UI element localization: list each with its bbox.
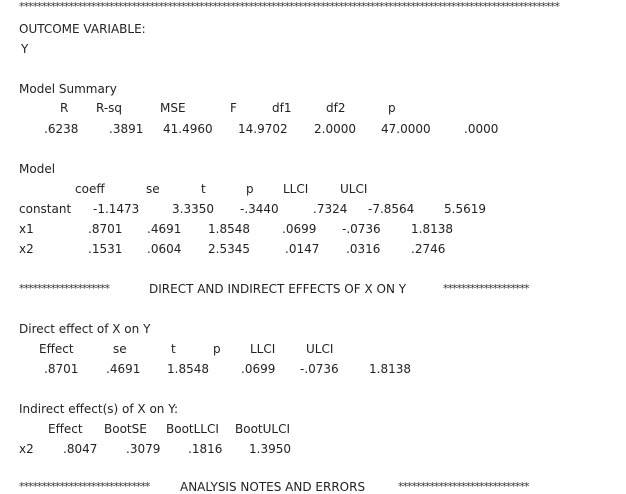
row-name-constant: constant [19,202,72,216]
top-separator: ****************************************… [19,0,560,13]
cell-bootulci: 1.3950 [249,442,291,456]
cell-se: .0604 [147,242,182,256]
cell-llci: .0316 [346,242,381,256]
header-bootllci: BootLLCI [166,422,219,436]
header-se: se [113,342,127,356]
model-summary-title: Model Summary [19,82,117,96]
header-p: p [246,182,254,196]
header-rsq: R-sq [96,101,123,115]
cell-ulci: 5.5619 [444,202,486,216]
value-t: 1.8548 [167,362,209,376]
header-se: se [146,182,160,196]
value-ulci: 1.8138 [369,362,411,376]
header-t: t [171,342,176,356]
separator-stars-left: ***************************** [19,480,150,493]
separator-stars-right: ***************************** [398,480,529,493]
header-mse: MSE [160,101,186,115]
value-llci: -.0736 [300,362,339,376]
cell-effect: .8047 [63,442,98,456]
header-t: t [201,182,206,196]
separator-stars-left: ******************** [19,282,110,295]
indirect-effect-title: Indirect effect(s) of X on Y: [19,402,178,416]
header-p: p [388,101,396,115]
cell-llci: -7.8564 [368,202,415,216]
cell-bootllci: .1816 [188,442,223,456]
section-heading: ANALYSIS NOTES AND ERRORS [180,480,366,494]
header-llci: LLCI [283,182,309,196]
header-coeff: coeff [75,182,105,196]
cell-t: 2.5345 [208,242,250,256]
direct-effect-title: Direct effect of X on Y [19,322,151,336]
value-r: .6238 [44,122,79,136]
header-bootse: BootSE [104,422,147,436]
cell-t: -.3440 [240,202,279,216]
header-effect: Effect [39,342,74,356]
header-llci: LLCI [250,342,276,356]
cell-ulci: .2746 [411,242,446,256]
cell-p: .7324 [313,202,348,216]
row-name-x2: x2 [19,242,34,256]
value-mse: 41.4960 [163,122,213,136]
value-effect: .8701 [44,362,79,376]
cell-bootse: .3079 [126,442,161,456]
value-f: 14.9702 [238,122,288,136]
header-df2: df2 [326,101,346,115]
row-name-x1: x1 [19,222,34,236]
section-heading: DIRECT AND INDIRECT EFFECTS OF X ON Y [149,282,407,296]
model-title: Model [19,162,56,176]
header-r: R [60,101,69,115]
cell-llci: -.0736 [342,222,381,236]
cell-se: .4691 [147,222,182,236]
value-df1: 2.0000 [314,122,356,136]
outcome-variable-value: Y [21,42,29,56]
header-df1: df1 [272,101,292,115]
cell-coeff: -1.1473 [93,202,140,216]
value-df2: 47.0000 [381,122,431,136]
cell-coeff: .8701 [88,222,123,236]
outcome-variable-label: OUTCOME VARIABLE: [19,22,146,36]
value-se: .4691 [106,362,141,376]
separator-stars-right: ******************* [443,282,529,295]
header-bootulci: BootULCI [235,422,291,436]
cell-p: .0699 [282,222,317,236]
cell-se: 3.3350 [172,202,214,216]
header-ulci: ULCI [306,342,334,356]
header-f: F [230,101,237,115]
cell-p: .0147 [285,242,320,256]
header-ulci: ULCI [340,182,368,196]
header-p: p [213,342,221,356]
row-name-x2: x2 [19,442,34,456]
cell-t: 1.8548 [208,222,250,236]
cell-coeff: .1531 [88,242,123,256]
value-rsq: .3891 [109,122,144,136]
value-p: .0699 [241,362,276,376]
header-effect: Effect [48,422,83,436]
value-p: .0000 [464,122,499,136]
cell-ulci: 1.8138 [411,222,453,236]
